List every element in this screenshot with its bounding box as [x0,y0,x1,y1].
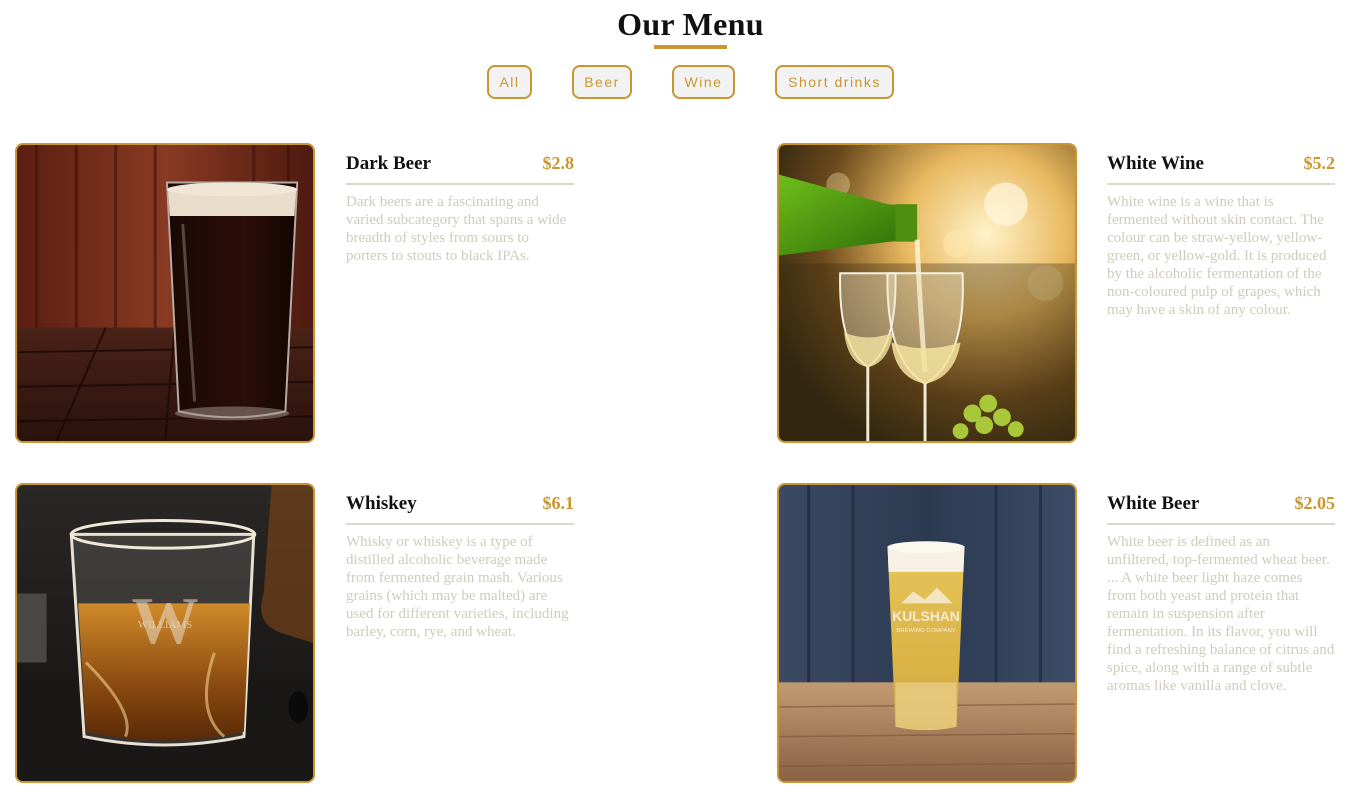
title-underline [654,45,727,49]
menu-item-header: White Wine $5.2 [1107,153,1335,185]
menu-item-header: Dark Beer $2.8 [346,153,574,185]
filter-short-drinks-button[interactable]: Short drinks [775,65,894,99]
menu-item-whiskey: Whiskey $6.1 Whisky or whiskey is a type… [346,493,574,641]
item-description: Whisky or whiskey is a type of distilled… [346,534,569,640]
item-name: Whiskey [346,493,417,514]
item-price: $5.2 [1303,153,1336,173]
item-name: White Beer [1107,493,1200,514]
glass-engraving: WILLIAMS [138,619,192,631]
item-description: White wine is a wine that is fermented w… [1107,194,1327,318]
filter-all-button[interactable]: All [487,65,532,99]
filter-wine-button[interactable]: Wine [672,65,735,99]
item-name: Dark Beer [346,153,431,174]
item-description: Dark beers are a fascinating and varied … [346,194,567,264]
menu-item-header: White Beer $2.05 [1107,493,1335,525]
dark-beer-image [15,143,315,443]
item-price: $6.1 [542,493,575,513]
glass-brand-sub: BREWING COMPANY [896,628,955,634]
item-name: White Wine [1107,153,1204,174]
menu-item-white-wine: White Wine $5.2 White wine is a wine tha… [1107,153,1335,319]
menu-item-header: Whiskey $6.1 [346,493,574,525]
page-title: Our Menu [617,6,764,42]
menu-item-dark-beer: Dark Beer $2.8 Dark beers are a fascinat… [346,153,574,265]
white-wine-image [777,143,1077,443]
glass-brand: KULSHAN [892,608,959,624]
whiskey-image: W WILLIAMS [15,483,315,783]
item-price: $2.05 [1294,493,1336,513]
item-description: White beer is defined as an unfiltered, … [1107,534,1335,694]
item-price: $2.8 [542,153,575,173]
filter-beer-button[interactable]: Beer [572,65,632,99]
menu-item-white-beer: White Beer $2.05 White beer is defined a… [1107,493,1335,695]
white-beer-image: KULSHAN BREWING COMPANY [777,483,1077,783]
